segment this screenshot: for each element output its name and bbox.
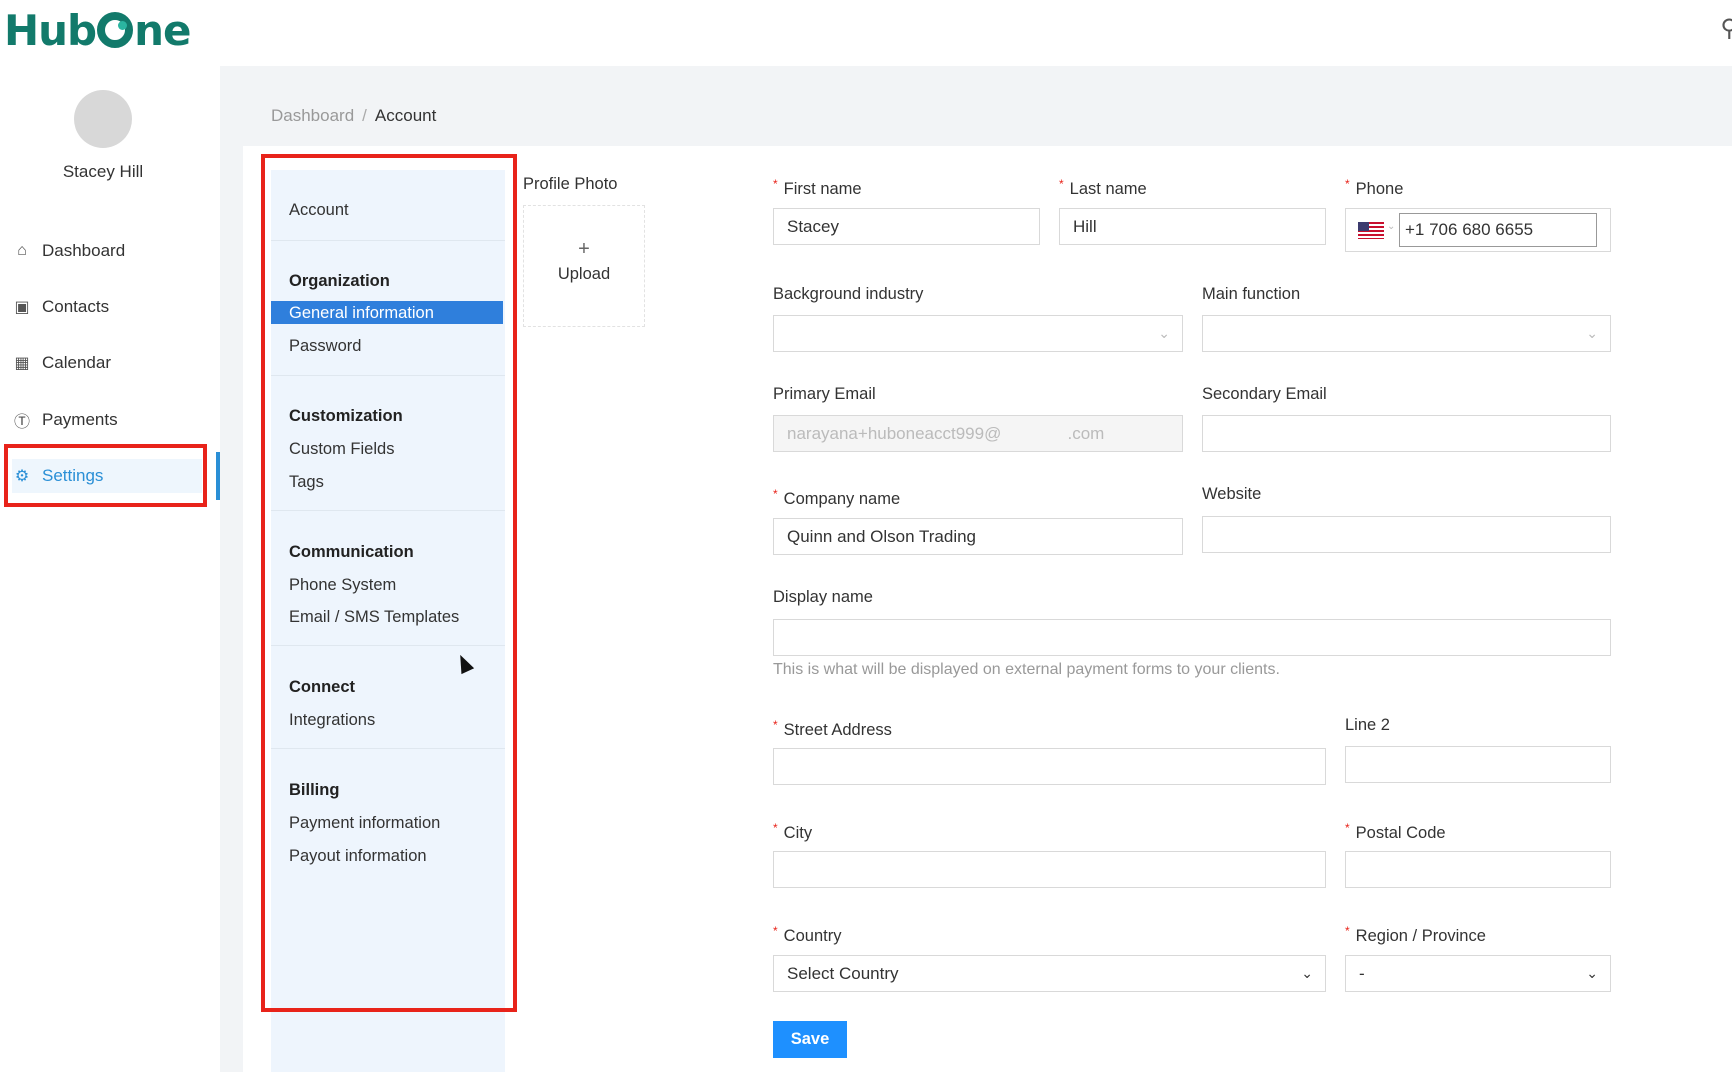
dollar-icon: Ⓣ <box>13 414 30 431</box>
city-input[interactable] <box>773 851 1326 888</box>
display-name-input[interactable] <box>773 619 1611 656</box>
us-flag-icon[interactable] <box>1358 222 1384 239</box>
sidebar-item-calendar[interactable]: ▦ Calendar <box>12 346 202 380</box>
user-name: Stacey Hill <box>62 162 144 181</box>
upload-label: Upload <box>557 265 611 283</box>
profile-photo-label: Profile Photo <box>523 175 618 193</box>
company-name-input[interactable]: Quinn and Olson Trading <box>773 518 1183 555</box>
city-label: * City <box>773 821 813 842</box>
sidebar-item-label: Dashboard <box>42 241 126 260</box>
first-name-label: * First name <box>773 177 862 198</box>
primary-email-input: narayana+huboneacct999@ .com <box>773 415 1183 452</box>
line2-label: Line 2 <box>1345 716 1390 734</box>
sidebar-item-dashboard[interactable]: ⌂ Dashboard <box>12 234 202 268</box>
phone-input[interactable]: +1 706 680 6655 <box>1399 213 1597 247</box>
secondary-email-input[interactable] <box>1202 415 1611 452</box>
country-label: * Country <box>773 924 842 945</box>
sidebar-item-payments[interactable]: Ⓣ Payments <box>12 403 202 437</box>
sidebar-item-contacts[interactable]: ▣ Contacts <box>12 290 202 324</box>
logo-o-icon <box>97 12 134 48</box>
postal-code-input[interactable] <box>1345 851 1611 888</box>
main-function-label: Main function <box>1202 285 1301 303</box>
sidebar-item-label: Calendar <box>42 353 111 372</box>
breadcrumb: Dashboard / Account <box>271 106 436 126</box>
chevron-down-icon[interactable]: ⌄ <box>1387 221 1395 232</box>
sidebar: Stacey Hill <box>0 62 220 1072</box>
main-function-select[interactable]: ⌄ <box>1202 315 1611 352</box>
sidebar-item-label: Contacts <box>42 297 110 316</box>
line2-input[interactable] <box>1345 746 1611 783</box>
country-select[interactable]: Select Country ⌄ <box>773 955 1326 992</box>
display-name-hint: This is what will be displayed on extern… <box>773 661 1280 678</box>
plus-icon: + <box>578 238 590 260</box>
website-label: Website <box>1202 485 1262 503</box>
user-account-icon[interactable]: ⚲ <box>1720 14 1732 43</box>
chevron-down-icon: ⌄ <box>1301 965 1313 981</box>
home-icon: ⌂ <box>17 242 27 259</box>
phone-field: ⌄ +1 706 680 6655 <box>1345 208 1611 252</box>
contacts-icon: ▣ <box>14 299 30 316</box>
hubone-logo[interactable]: Hub ne <box>4 6 192 56</box>
postal-code-label: * Postal Code <box>1345 821 1446 842</box>
logo-text-ne: ne <box>134 6 191 55</box>
chevron-down-icon: ⌄ <box>1158 325 1170 341</box>
background-industry-label: Background industry <box>773 285 924 303</box>
company-name-label: * Company name <box>773 487 901 508</box>
display-name-label: Display name <box>773 588 873 606</box>
background-industry-select[interactable]: ⌄ <box>773 315 1183 352</box>
secondary-email-label: Secondary Email <box>1202 385 1327 403</box>
save-button[interactable]: Save <box>773 1021 847 1058</box>
settings-highlight-box <box>4 444 207 507</box>
primary-email-label: Primary Email <box>773 385 876 403</box>
phone-label: * Phone <box>1345 177 1404 198</box>
region-label: * Region / Province <box>1345 924 1486 945</box>
street-address-label: * Street Address <box>773 718 892 739</box>
sidebar-item-label: Payments <box>42 410 118 429</box>
breadcrumb-separator: / <box>362 106 367 125</box>
website-input[interactable] <box>1202 516 1611 553</box>
chevron-down-icon: ⌄ <box>1586 965 1598 981</box>
logo-text-hub: Hub <box>4 6 97 55</box>
calendar-icon: ▦ <box>14 355 30 372</box>
first-name-input[interactable]: Stacey <box>773 208 1040 245</box>
last-name-label: * Last name <box>1059 177 1147 198</box>
breadcrumb-dashboard[interactable]: Dashboard <box>271 106 354 125</box>
breadcrumb-current: Account <box>374 106 437 125</box>
avatar[interactable] <box>74 90 132 148</box>
upload-photo-button[interactable]: + Upload <box>523 205 645 327</box>
chevron-down-icon: ⌄ <box>1586 325 1598 341</box>
submenu-highlight-box <box>261 154 517 1012</box>
last-name-input[interactable]: Hill <box>1059 208 1326 245</box>
street-address-input[interactable] <box>773 748 1326 785</box>
region-select[interactable]: - ⌄ <box>1345 955 1611 992</box>
